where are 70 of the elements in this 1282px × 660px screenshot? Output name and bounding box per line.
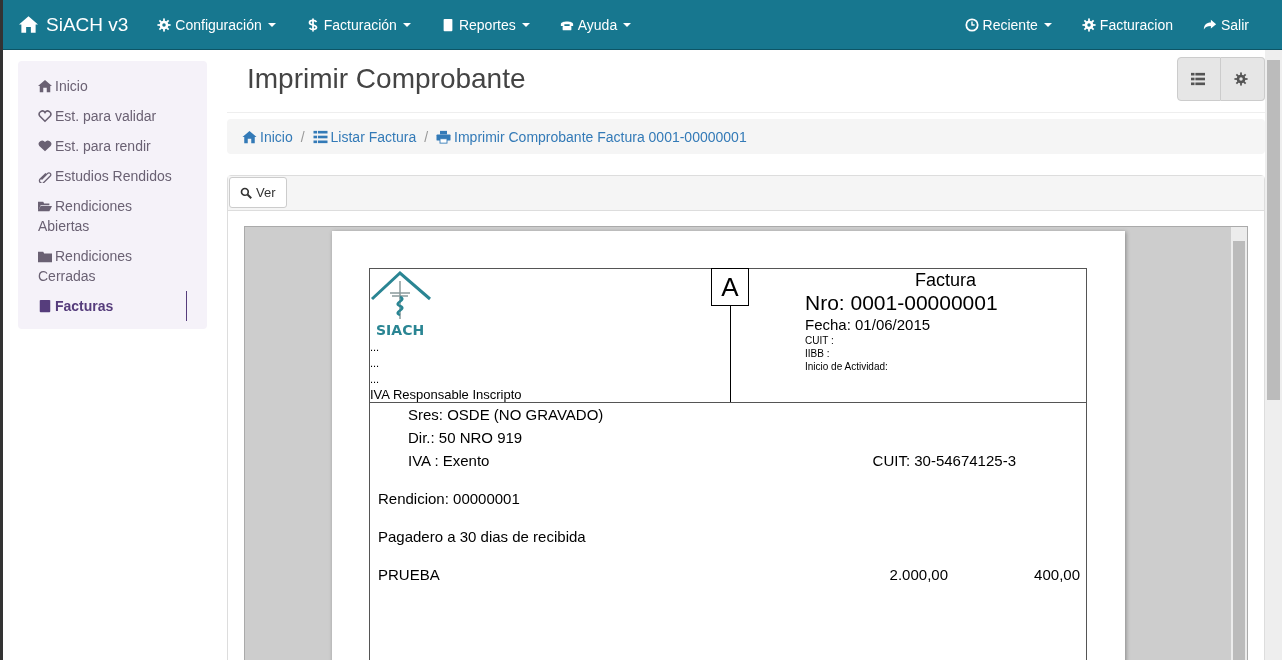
client-cuit: CUIT: 30-54674125-3 xyxy=(872,451,1016,471)
sidebar-item[interactable]: Facturas xyxy=(18,291,187,321)
caret-icon xyxy=(623,22,632,27)
issuer-detail: CUIT : xyxy=(805,334,835,347)
nav-menu-item[interactable]: Facturacion xyxy=(1066,16,1188,33)
sidebar-item[interactable]: Est. para validar xyxy=(18,101,198,131)
item-amount: 400,00 xyxy=(1033,565,1081,585)
clock-icon xyxy=(964,17,979,32)
issuer-line: ... xyxy=(370,356,381,371)
folder-open-icon xyxy=(38,199,52,213)
view-button[interactable]: Ver xyxy=(229,177,287,208)
sidebar-item[interactable]: Inicio xyxy=(18,71,198,101)
home-icon xyxy=(38,79,52,93)
sidebar-item[interactable]: Est. para rendir xyxy=(18,131,198,161)
breadcrumb-separator: / xyxy=(423,128,430,145)
nav-menu-item[interactable]: Configuración xyxy=(142,16,291,33)
share-icon xyxy=(1203,17,1217,32)
breadcrumb-link[interactable]: Imprimir Comprobante Factura 0001-00000001 xyxy=(454,128,747,145)
caret-icon xyxy=(1043,22,1052,27)
caret-icon xyxy=(402,22,411,27)
caret-icon xyxy=(267,22,276,27)
issuer-detail: IIBB : xyxy=(805,347,831,360)
issuer-detail: Inicio de Actividad: xyxy=(805,360,889,373)
client-name: Sres: OSDE (NO GRAVADO) xyxy=(407,405,605,425)
invoice-date: Fecha: 01/06/2015 xyxy=(805,316,932,334)
payment-terms: Pagadero a 30 dias de recibida xyxy=(377,527,587,547)
breadcrumb-separator: / xyxy=(299,128,306,145)
item-description: PRUEBA xyxy=(378,565,441,585)
viewer-scrollbar[interactable] xyxy=(1231,227,1247,660)
search-icon xyxy=(240,186,252,199)
page-scrollbar[interactable] xyxy=(1265,50,1282,660)
settings-icon xyxy=(157,17,172,32)
list-icon xyxy=(1190,72,1205,86)
sidebar-item[interactable]: Rendiciones Cerradas xyxy=(18,241,198,291)
caret-icon xyxy=(521,22,530,27)
home-icon xyxy=(19,15,38,34)
client-iva: IVA : Exento xyxy=(407,451,490,471)
issuer-iva: IVA Responsable Inscripto xyxy=(370,387,523,402)
sidebar-item[interactable]: Estudios Rendidos xyxy=(18,161,198,191)
invoice-number: Nro: 0001-00000001 xyxy=(805,290,998,316)
folder-icon xyxy=(38,249,52,263)
book-icon xyxy=(38,299,52,313)
item-amount: 2.000,00 xyxy=(888,565,948,585)
brand-link[interactable]: SiACH v3 xyxy=(19,13,129,36)
printer-icon xyxy=(436,129,452,144)
sidebar-item[interactable]: Rendiciones Abiertas xyxy=(18,191,198,241)
heart-icon xyxy=(38,139,52,153)
paperclip-icon xyxy=(38,169,52,183)
invoice-title: Factura xyxy=(914,270,978,290)
settings-button[interactable] xyxy=(1221,57,1265,101)
breadcrumb-link[interactable]: Listar Factura xyxy=(330,128,417,145)
settings-icon xyxy=(1234,72,1248,86)
issuer-line: ... xyxy=(370,340,381,355)
nav-menu-item[interactable]: Reportes xyxy=(425,16,545,33)
nav-menu-item[interactable]: Salir xyxy=(1188,16,1264,33)
issuer-line: ... xyxy=(370,372,381,387)
client-address: Dir.: 50 NRO 919 xyxy=(407,428,524,448)
list-view-button[interactable] xyxy=(1177,57,1221,101)
list-icon xyxy=(312,129,328,144)
heart-outline-icon xyxy=(38,109,52,123)
caduceus-house-logo: SIACH xyxy=(370,269,432,339)
rendicion-number: Rendicion: 00000001 xyxy=(377,489,521,509)
home-icon xyxy=(242,129,257,144)
breadcrumb-link[interactable]: Inicio xyxy=(260,128,293,145)
nav-menu-item[interactable]: Reciente xyxy=(949,16,1067,33)
settings-icon xyxy=(1081,17,1096,32)
nav-menu-item[interactable]: Ayuda xyxy=(544,16,647,33)
nav-menu-item[interactable]: Facturación xyxy=(290,16,426,33)
invoice-letter: A xyxy=(711,268,749,306)
page-title: Imprimir Comprobante xyxy=(247,63,526,95)
